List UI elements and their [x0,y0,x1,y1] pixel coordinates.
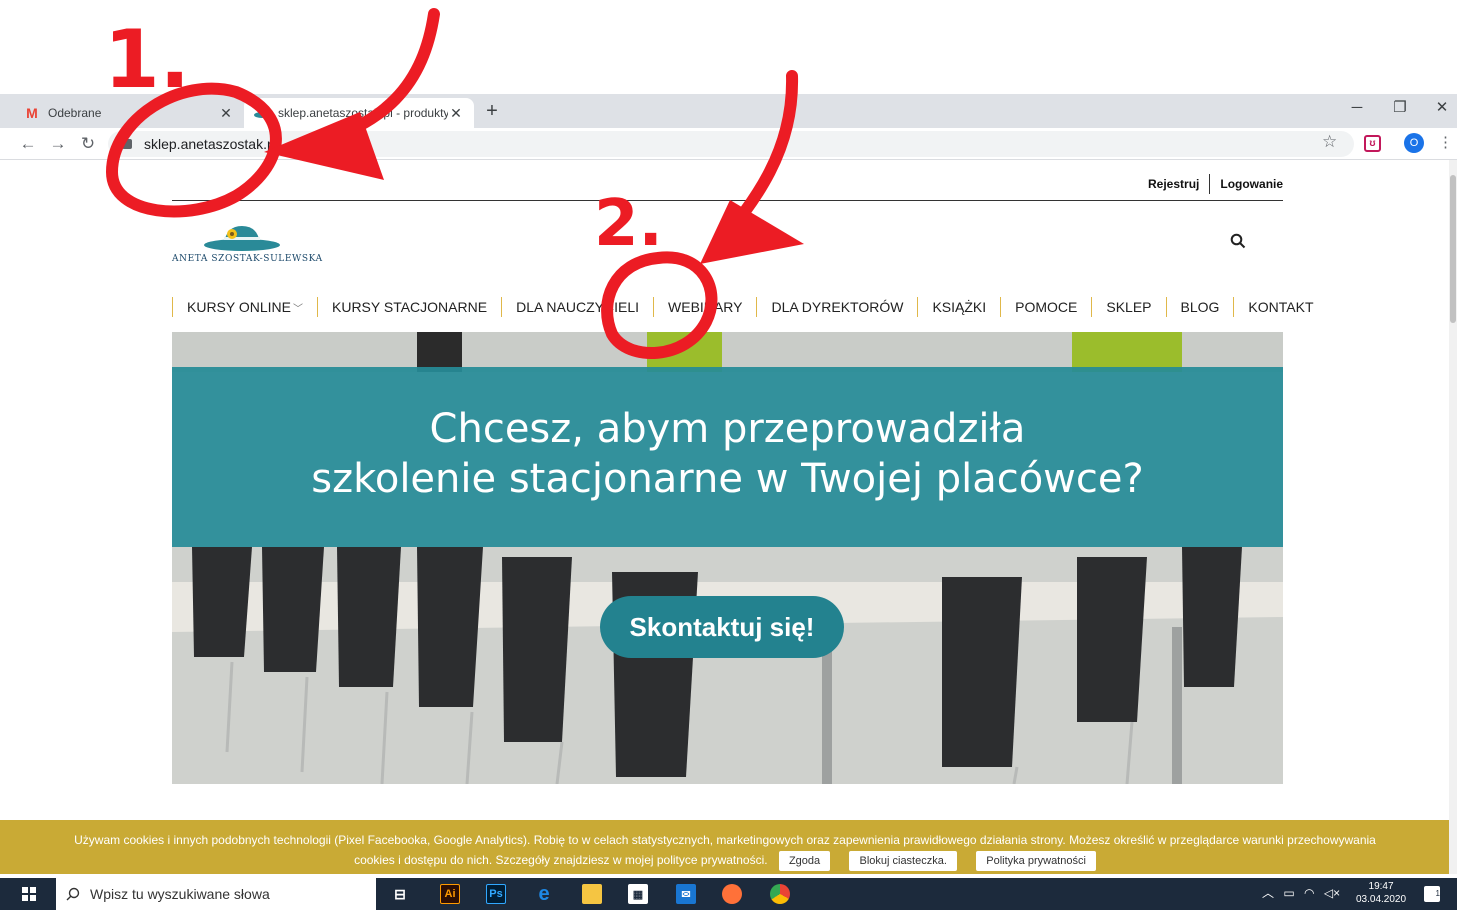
nav-item-label: KURSY ONLINE [187,299,291,315]
mail-icon[interactable]: ✉ [676,884,696,904]
arrowhead-2 [700,200,804,264]
nav-item-sklep[interactable]: SKLEP [1091,297,1165,317]
chevron-up-icon[interactable]: ︿ [1262,886,1274,900]
battery-icon[interactable]: ▭ [1283,886,1294,900]
system-tray: ︿ ▭ ◠ ◁× [1262,884,1340,901]
tab-title: Odebrane [48,106,102,120]
windows-start-icon[interactable] [22,887,36,901]
nav-item-label: KSIĄŻKI [932,299,987,315]
notification-icon[interactable]: 1 [1424,886,1440,902]
user-links: Rejestruj Logowanie [1148,174,1283,194]
nav-item-dla-dyrektorow[interactable]: DLA DYREKTORÓW [756,297,917,317]
login-link[interactable]: Logowanie [1220,177,1283,191]
register-link[interactable]: Rejestruj [1148,177,1199,191]
store-icon[interactable]: ▦ [628,884,648,904]
browser-toolbar: ← → ↻ sklep.anetaszostak.pl ☆ ʊ O ⋮ [0,128,1457,160]
chrome-icon[interactable] [770,884,790,904]
profile-avatar[interactable]: O [1404,133,1424,153]
illustrator-icon[interactable]: Ai [440,884,460,904]
nav-item-ksiazki[interactable]: KSIĄŻKI [917,297,1000,317]
nav-item-label: SKLEP [1106,299,1152,315]
hero-title: Chcesz, abym przeprowadziła szkolenie st… [172,404,1283,504]
bookmark-star-icon[interactable]: ☆ [1322,132,1337,152]
windows-taskbar: Wpisz tu wyszukiwane słowa ⊟ Ai Ps e ▦ ✉… [0,878,1457,910]
nav-item-kursy-online[interactable]: KURSY ONLINE ﹀ [172,297,317,317]
search-icon[interactable] [1230,233,1246,249]
cookie-block-button[interactable]: Blokuj ciasteczka. [849,851,957,871]
hero-title-line-2: szkolenie stacjonarne w Twojej placówce? [311,456,1144,502]
nav-item-label: KURSY STACJONARNE [332,299,488,315]
close-tab-icon[interactable]: ✕ [448,105,464,122]
lock-icon[interactable] [122,139,132,149]
logo-text: ANETA SZOSTAK-SULEWSKA [172,254,323,264]
nav-item-blog[interactable]: BLOG [1165,297,1234,317]
taskbar-search-placeholder: Wpisz tu wyszukiwane słowa [90,886,270,902]
search-icon [66,887,80,901]
annotation-step-2: 2. [594,187,663,261]
hero-section: Chcesz, abym przeprowadziła szkolenie st… [172,332,1283,784]
gmail-icon: M [26,105,38,121]
header-divider [172,200,1283,201]
clock[interactable]: 19:47 03.04.2020 [1356,880,1406,906]
volume-icon[interactable]: ◁× [1324,886,1340,900]
nav-item-label: KONTAKT [1248,299,1314,315]
cookie-text-line-1: Używam cookies i innych podobnych techno… [74,833,1376,847]
annotation-step-1: 1. [104,13,191,106]
photoshop-icon[interactable]: Ps [486,884,506,904]
wifi-icon[interactable]: ◠ [1304,886,1314,900]
minimize-icon[interactable]: ─ [1335,94,1379,124]
hero-title-line-1: Chcesz, abym przeprowadziła [429,406,1026,452]
url-text[interactable]: sklep.anetaszostak.pl [144,136,278,152]
clock-time: 19:47 [1368,881,1394,892]
cookie-consent-bar: Używam cookies i innych podobnych techno… [0,820,1449,874]
nav-item-label: POMOCE [1015,299,1078,315]
firefox-icon[interactable] [722,884,742,904]
nav-item-webinary[interactable]: WEBINARY [653,297,756,317]
nav-item-kontakt[interactable]: KONTAKT [1233,297,1327,317]
forward-arrow-icon[interactable]: → [46,132,70,156]
privacy-policy-button[interactable]: Polityka prywatności [976,851,1096,871]
clock-date: 03.04.2020 [1356,894,1407,905]
taskbar-search-box[interactable]: Wpisz tu wyszukiwane słowa [56,878,376,910]
nav-item-dla-nauczycieli[interactable]: DLA NAUCZYCIELI [501,297,653,317]
nav-item-label: DLA NAUCZYCIELI [516,299,640,315]
address-bar[interactable]: sklep.anetaszostak.pl [108,131,1354,157]
back-arrow-icon[interactable]: ← [16,132,40,156]
new-tab-button[interactable]: + [480,98,504,124]
nav-item-pomoce[interactable]: POMOCE [1000,297,1091,317]
tab-sklep[interactable]: sklep.anetaszostak.pl - produkty ✕ [244,98,474,128]
tab-title: sklep.anetaszostak.pl - produkty [278,106,448,120]
divider [1209,174,1211,194]
nav-item-kursy-stacjonarne[interactable]: KURSY STACJONARNE [317,297,501,317]
edge-icon[interactable]: e [534,883,554,905]
nav-item-label: BLOG [1180,299,1220,315]
task-view-icon[interactable]: ⊟ [390,884,410,904]
cookie-accept-button[interactable]: Zgoda [778,851,831,871]
hat-logo-icon [204,226,280,251]
site-logo[interactable]: ANETA SZOSTAK-SULEWSKA [172,218,332,266]
file-explorer-icon[interactable] [582,884,602,904]
site-logo-icon [254,105,270,121]
main-navigation: KURSY ONLINE ﹀ KURSY STACJONARNE DLA NAUC… [172,296,1328,318]
kebab-menu-icon[interactable]: ⋮ [1438,133,1453,151]
notification-badge: 1 [1435,889,1440,898]
browser-tab-strip: M Odebrane ✕ sklep.anetaszostak.pl - pro… [0,94,1457,128]
nav-item-label: WEBINARY [668,299,743,315]
cookie-text: Używam cookies i innych podobnych techno… [20,830,1430,871]
close-tab-icon[interactable]: ✕ [218,105,234,122]
reload-icon[interactable]: ↻ [76,132,100,156]
screenshot-root: M Odebrane ✕ sklep.anetaszostak.pl - pro… [0,0,1457,910]
extension-icon[interactable]: ʊ [1364,135,1381,152]
chevron-down-icon: ﹀ [293,304,303,315]
contact-cta-button[interactable]: Skontaktuj się! [600,596,844,658]
restore-icon[interactable]: ❐ [1378,94,1422,124]
cookie-text-line-2-text: cookies i dostępu do nich. Szczegóły zna… [354,853,768,867]
close-window-icon[interactable]: ✕ [1420,94,1457,124]
cookie-text-line-2: cookies i dostępu do nich. Szczegóły zna… [20,850,1430,871]
scrollbar-thumb[interactable] [1450,175,1456,323]
nav-item-label: DLA DYREKTORÓW [771,299,904,315]
